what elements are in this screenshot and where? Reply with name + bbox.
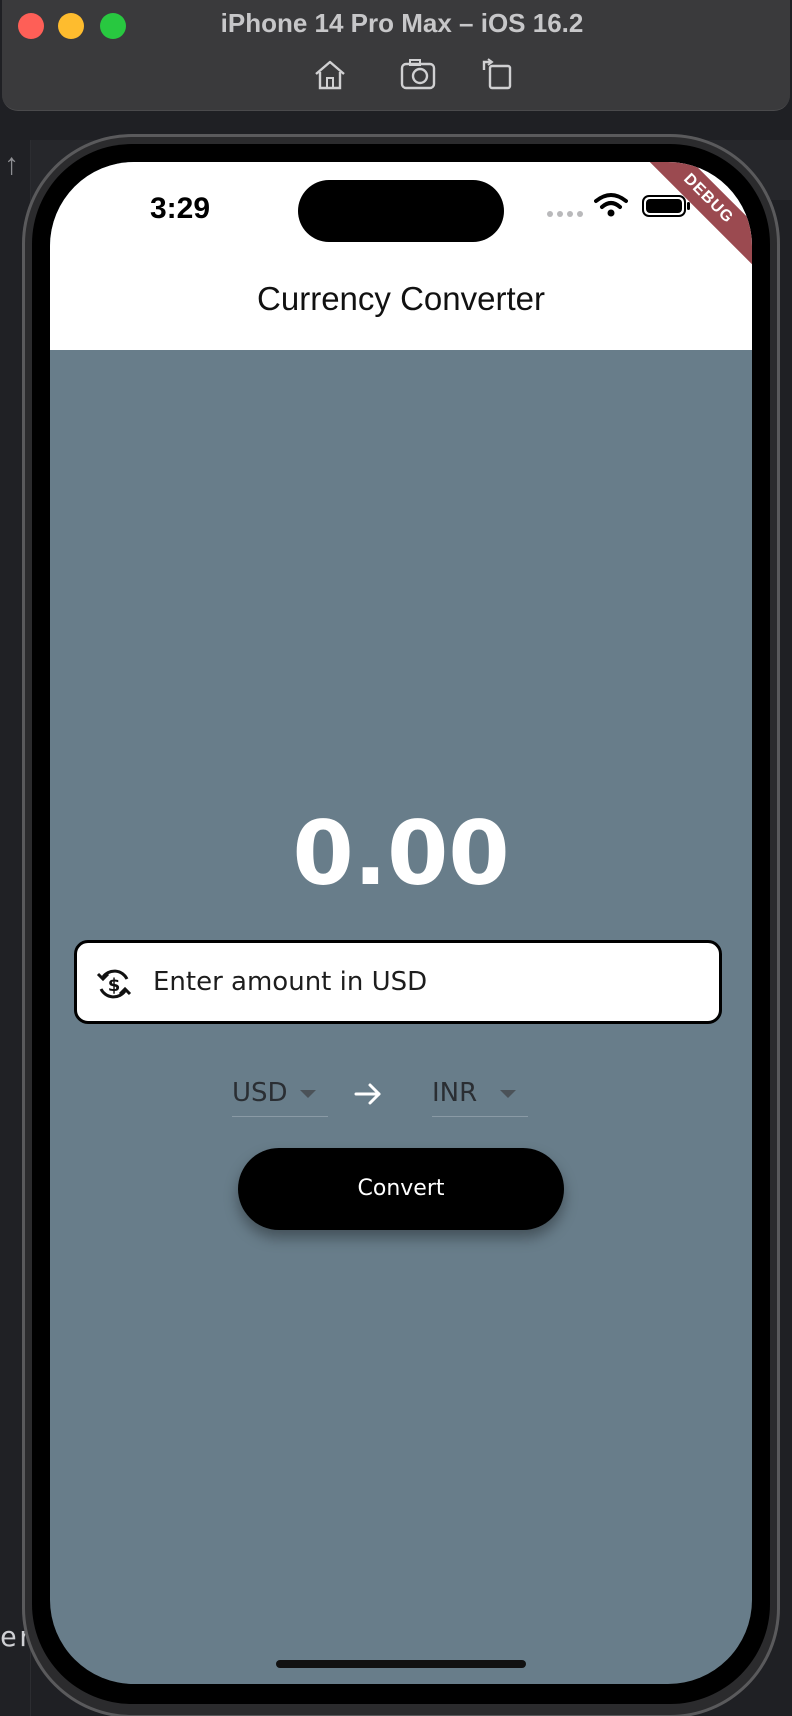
home-indicator[interactable]: [276, 1660, 526, 1668]
desktop: ↑ er: iPhone 14 Pro Max – iOS 16.2: [0, 0, 792, 1716]
simulator-titlebar: iPhone 14 Pro Max – iOS 16.2: [2, 0, 790, 111]
from-currency-label: USD: [232, 1078, 288, 1108]
amount-input[interactable]: $ Enter amount in USD: [74, 940, 722, 1024]
phone-screen: 3:29 DEBUG Currency Converter 0.00 $ Ent…: [50, 162, 752, 1684]
dynamic-island: [298, 180, 504, 242]
convert-button[interactable]: Convert: [238, 1148, 564, 1230]
conversion-result: 0.00: [292, 802, 510, 905]
simulator-title: iPhone 14 Pro Max – iOS 16.2: [220, 8, 584, 38]
svg-text:$: $: [108, 975, 121, 996]
wifi-icon: [594, 193, 628, 217]
home-icon[interactable]: [310, 56, 350, 92]
page-title: Currency Converter: [257, 280, 545, 317]
rotate-icon[interactable]: [478, 56, 518, 92]
app-bar: 3:29 DEBUG Currency Converter: [50, 162, 752, 350]
chevron-down-icon: [500, 1090, 516, 1098]
currency-exchange-icon: $: [96, 969, 132, 999]
cellular-signal-icon: [547, 211, 583, 217]
arrow-right-icon: [354, 1083, 381, 1105]
status-time: 3:29: [150, 192, 211, 225]
to-currency-dropdown[interactable]: INR: [432, 1074, 528, 1117]
ide-upload-icon[interactable]: ↑: [4, 148, 19, 182]
amount-placeholder: Enter amount in USD: [153, 967, 428, 997]
debug-banner: DEBUG: [626, 162, 752, 281]
chevron-down-icon: [300, 1090, 316, 1098]
from-currency-dropdown[interactable]: USD: [232, 1074, 328, 1117]
to-currency-label: INR: [432, 1078, 478, 1108]
screenshot-icon[interactable]: [398, 56, 438, 92]
